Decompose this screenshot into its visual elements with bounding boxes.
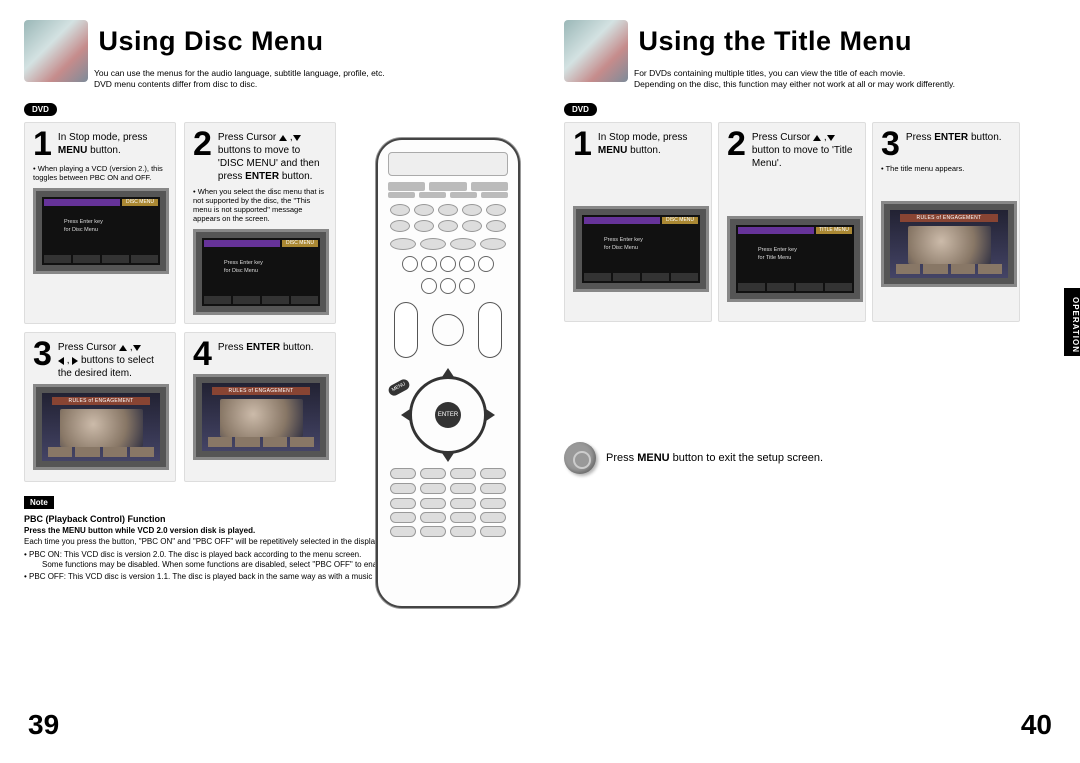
left-arrow-icon: [58, 357, 64, 365]
intro-line-2: Depending on the disc, this function may…: [634, 79, 1044, 90]
intro-line-1: You can use the menus for the audio lang…: [94, 68, 504, 79]
tv-screenshot-movie: RULES of ENGAGEMENT: [33, 384, 169, 470]
down-arrow-icon: [133, 345, 141, 351]
step-instruction: Press Cursor , buttons to move to 'DISC …: [218, 131, 327, 183]
step-number: 3: [33, 339, 52, 370]
enter-button: ENTER: [435, 402, 461, 428]
step-instruction: In Stop mode, press MENU button.: [58, 131, 167, 157]
step-number: 2: [193, 129, 212, 160]
step-1: 1 In Stop mode, press MENU button. When …: [24, 122, 176, 324]
title-text: Using the Title Menu: [638, 26, 912, 57]
dpad-down-icon: [442, 453, 454, 462]
intro-text: For DVDs containing multiple titles, you…: [634, 68, 1044, 89]
tv-screenshot: TITLE MENUPress Enter keyfor Title Menu: [727, 216, 863, 302]
dpad-right-icon: [486, 409, 495, 421]
step-number: 1: [573, 129, 592, 160]
step-instruction: In Stop mode, press MENU button.: [598, 131, 703, 157]
step-instruction: Press ENTER button.: [906, 131, 1002, 144]
step-number: 2: [727, 129, 746, 160]
dvd-badge: DVD: [24, 103, 57, 116]
down-arrow-icon: [293, 135, 301, 141]
page-right: Using the Title Menu For DVDs containing…: [540, 0, 1080, 763]
right-arrow-icon: [72, 357, 78, 365]
tv-screenshot-movie: RULES of ENGAGEMENT: [881, 201, 1017, 287]
page-number: 39: [28, 709, 59, 741]
step-number: 3: [881, 129, 900, 160]
page-title: Using the Title Menu: [638, 26, 912, 57]
up-arrow-icon: [813, 135, 821, 141]
decorative-header-image: [564, 20, 628, 82]
volume-rocker: [394, 302, 418, 358]
steps-grid-right: 1 In Stop mode, press MENU button. DISC …: [564, 122, 1062, 322]
step-number: 4: [193, 339, 212, 370]
section-tab: OPERATION: [1064, 288, 1080, 356]
title-text: Using Disc Menu: [98, 26, 323, 57]
tv-screenshot: DISC MENUPress Enter keyfor Disc Menu: [573, 206, 709, 292]
up-arrow-icon: [279, 135, 287, 141]
step-instruction: Press ENTER button.: [218, 341, 314, 354]
remote-control-illustration: MENU ENTER: [376, 138, 520, 608]
steps-grid-left: 1 In Stop mode, press MENU button. When …: [24, 122, 344, 482]
tv-screenshot: DISC MENUPress Enter keyfor Disc Menu: [33, 188, 169, 274]
page-title: Using Disc Menu: [98, 26, 323, 57]
down-arrow-icon: [827, 135, 835, 141]
dpad-left-icon: [401, 409, 410, 421]
step-1: 1 In Stop mode, press MENU button. DISC …: [564, 122, 712, 322]
dpad-up-icon: [442, 368, 454, 377]
exit-tip: Press MENU button to exit the setup scre…: [564, 442, 1062, 474]
dvd-badge: DVD: [564, 103, 597, 116]
channel-rocker: [478, 302, 502, 358]
step-number: 1: [33, 129, 52, 160]
step-note: When playing a VCD (version 2.), this to…: [33, 164, 167, 182]
mute-button: [432, 314, 464, 346]
step-4: 4 Press ENTER button. RULES of ENGAGEMEN…: [184, 332, 336, 482]
step-instruction: Press Cursor , button to move to 'Title …: [752, 131, 857, 170]
tv-screenshot-movie: RULES of ENGAGEMENT: [193, 374, 329, 460]
step-3: 3 Press ENTER button. The title menu app…: [872, 122, 1020, 322]
step-note: The title menu appears.: [881, 164, 1011, 173]
decorative-header-image: [24, 20, 88, 82]
note-badge: Note: [24, 496, 54, 509]
button-icon: [564, 442, 596, 474]
step-2: 2 Press Cursor , button to move to 'Titl…: [718, 122, 866, 322]
step-2: 2 Press Cursor , buttons to move to 'DIS…: [184, 122, 336, 324]
tip-text: Press MENU button to exit the setup scre…: [606, 452, 823, 464]
intro-line-1: For DVDs containing multiple titles, you…: [634, 68, 1044, 79]
dpad: ENTER: [401, 368, 495, 462]
step-instruction: Press Cursor , , buttons to select the d…: [58, 341, 167, 380]
up-arrow-icon: [119, 345, 127, 351]
tv-screenshot: DISC MENUPress Enter keyfor Disc Menu: [193, 229, 329, 315]
step-3: 3 Press Cursor , , buttons to select the…: [24, 332, 176, 482]
page-number: 40: [1021, 709, 1052, 741]
step-note: When you select the disc menu that is no…: [193, 187, 327, 223]
